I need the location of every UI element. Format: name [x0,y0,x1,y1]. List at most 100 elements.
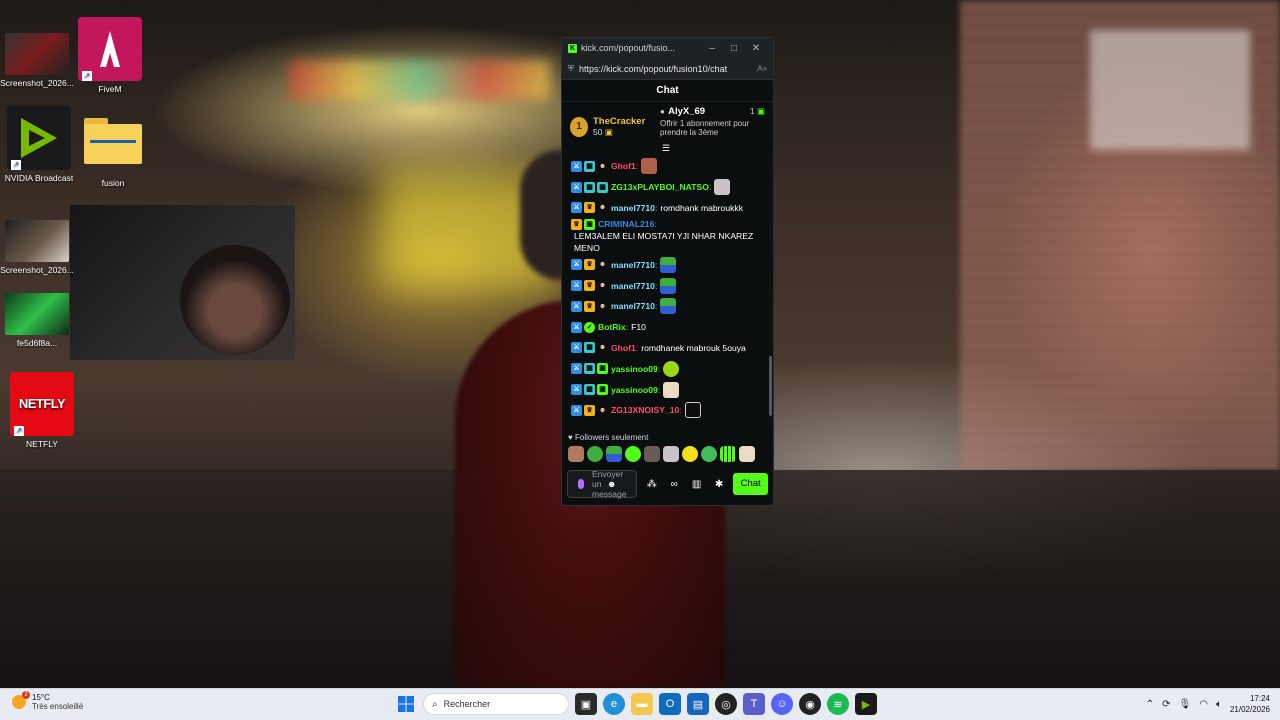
maximize-icon[interactable]: □ [723,43,745,54]
infinity-icon[interactable]: ∞ [666,479,682,490]
desktop-icon-label: Screenshot_2026... [0,78,74,88]
desktop-icon-fivem[interactable]: ↗ FiveM [73,17,147,94]
file-explorer-icon[interactable]: ▬ [631,693,653,715]
url-text[interactable]: https://kick.com/popout/fusion10/chat [579,64,752,74]
settings-gear-icon[interactable]: ✱ [711,479,727,490]
windows-start-icon[interactable] [395,693,417,715]
chat-message-text: romdhanek mabrouk 5ouya [641,342,746,353]
followers-only-notice: ♥ Followers seulement [568,433,648,442]
share-icon[interactable]: ⁂ [643,479,659,490]
send-chat-button[interactable]: Chat [733,473,769,495]
vip-badge-icon: ☻ [598,406,607,414]
sync-icon[interactable]: ⟳ [1162,699,1170,710]
task-view-icon[interactable]: ▣ [575,693,597,715]
shortcut-arrow-icon: ↗ [11,160,21,170]
followers-only-label: Followers seulement [574,433,649,442]
pepe-emote-icon [660,298,677,315]
quick-emote-1-icon[interactable] [568,446,584,462]
chat-message: ⚔ ▦ ☻ Ghof1: [571,156,764,177]
discord-icon[interactable]: ☺ [771,693,793,715]
chat-username[interactable]: BotRix [598,321,626,333]
chat-username[interactable]: ZG13xPLAYBOI_NATSO [611,181,709,193]
subscriber-badge-icon: ▦ [584,363,595,375]
quick-emote-2-icon[interactable] [587,446,603,462]
emoji-icon[interactable]: ☻ [607,479,616,489]
offer-username: AlyX_69 [668,106,706,117]
window-titlebar[interactable]: K kick.com/popout/fusio... – □ ✕ [562,38,773,58]
store-app-icon[interactable]: ▤ [687,693,709,715]
quick-emote-3-icon[interactable] [606,446,622,462]
wifi-icon[interactable]: ◠ [1199,699,1208,710]
gift-badge-icon: ▣ [584,218,595,230]
desktop-icon-screenshot-1[interactable]: Screenshot_2026... [0,33,74,88]
desktop-icon-screenshot-2[interactable]: Screenshot_2026... [0,220,74,275]
chat-message-list[interactable]: ⚔ ▦ ☻ Ghof1: ⚔ ▦ ▦ ZG13xPLAYBOI_NATSO: ⚔… [562,156,773,426]
teams-icon[interactable]: T [743,693,765,715]
store-icon[interactable]: ▥ [688,479,704,490]
chat-scrollbar[interactable] [769,156,772,426]
wallpaper-window [1090,30,1250,150]
pepe-emote-icon [660,277,677,294]
system-clock[interactable]: 17:24 21/02/2026 [1230,693,1270,715]
chat-input-placeholder: Envoyer un message ☻ [592,469,627,499]
show-hidden-icons-chevron-icon[interactable]: ⌃ [1146,699,1154,710]
wallpaper-lanterns [290,60,550,100]
chat-message-text: LEM3ALEM ELI MOSTA7I YJI NHAR NKAREZ MEN… [574,231,754,254]
quick-emote-10-icon[interactable] [739,446,755,462]
system-tray: ⌃ ⟳ 🎙︎ ◠ 🔈︎ 17:24 21/02/2026 [1146,693,1270,715]
minimize-icon[interactable]: – [701,43,723,54]
quick-emote-5-icon[interactable] [644,446,660,462]
rank-medal-icon: 1 [570,117,588,137]
microphone-tray-icon[interactable]: 🎙︎ [1179,699,1192,710]
quick-emote-4-icon[interactable] [625,446,641,462]
moderator-badge-icon: ⚔ [571,280,582,292]
chat-username[interactable]: manel7710 [611,259,655,271]
chat-composer: Envoyer un message ☻ ⁂ ∞ ▥ ✱ Chat [567,469,769,499]
site-info-icon[interactable]: ⛨ [568,64,574,74]
read-aloud-icon[interactable]: A» [757,64,767,73]
chat-username[interactable]: manel7710 [611,202,655,214]
quick-emote-8-icon[interactable] [701,446,717,462]
top-gifter-count: 50 [593,127,603,137]
chat-username[interactable]: Ghof1 [611,342,636,354]
desktop-icon-nvidia-broadcast[interactable]: ↗ NVIDIA Broadcast [2,106,76,183]
quick-emote-6-icon[interactable] [663,446,679,462]
top-gifter[interactable]: 1 TheCracker 50 ▣ [570,106,652,148]
chat-username[interactable]: CRIMINAL216 [598,218,654,230]
game-app-icon[interactable]: ◎ [715,693,737,715]
moderator-badge-icon: ⚔ [571,384,582,396]
taskbar-apps: ⌕ Rechercher ▣ e ▬ O ▤ ◎ T ☺ ◉ ≋ ▶ [395,693,877,715]
scrollbar-thumb[interactable] [769,356,772,416]
quick-emote-7-icon[interactable] [682,446,698,462]
chat-username[interactable]: Ghof1 [611,160,636,172]
obs-icon[interactable]: ◉ [799,693,821,715]
close-icon[interactable]: ✕ [745,43,767,54]
chat-username[interactable]: yassinoo09 [611,384,658,396]
address-bar[interactable]: ⛨ https://kick.com/popout/fusion10/chat … [562,58,773,80]
weather-widget[interactable]: 2 15°C Très ensoleillé [12,691,83,711]
spotify-icon[interactable]: ≋ [827,693,849,715]
edge-browser-icon[interactable]: e [603,693,625,715]
nvidia-broadcast-taskbar-icon[interactable]: ▶ [855,693,877,715]
desktop-icon-fusion-folder[interactable]: fusion [76,118,150,188]
desktop-icon-netfly[interactable]: NETFLY ↗ NETFLY [5,372,79,449]
quick-emote-9-icon[interactable] [720,446,736,462]
chat-username[interactable]: yassinoo09 [611,363,658,375]
chat-message-input[interactable]: Envoyer un message ☻ [567,469,638,499]
kick-favicon-icon: K [568,43,577,53]
clock-date: 21/02/2026 [1229,705,1270,714]
microphone-icon[interactable] [578,479,584,489]
subscriber-badge-icon: ▦ [584,160,595,172]
volume-icon[interactable]: 🔈︎ [1216,699,1222,710]
taskbar-search[interactable]: ⌕ Rechercher [423,693,569,715]
collapse-icon[interactable]: ☰ [662,143,670,154]
chat-header-title: Chat [562,80,773,102]
gift-offer[interactable]: ● AlyX_69 1 ▣ Offrir 1 abonnement pour p… [660,106,765,148]
chat-username[interactable]: manel7710 [611,300,655,312]
webcam-overlay [70,205,295,360]
outlook-icon[interactable]: O [659,693,681,715]
crown-badge-icon: ♛ [584,280,595,292]
chat-username[interactable]: manel7710 [611,280,655,292]
chat-username[interactable]: ZG13XNOISY_10 [611,404,679,416]
desktop-icon-image-file[interactable]: fe5d6f8a... [0,293,74,348]
